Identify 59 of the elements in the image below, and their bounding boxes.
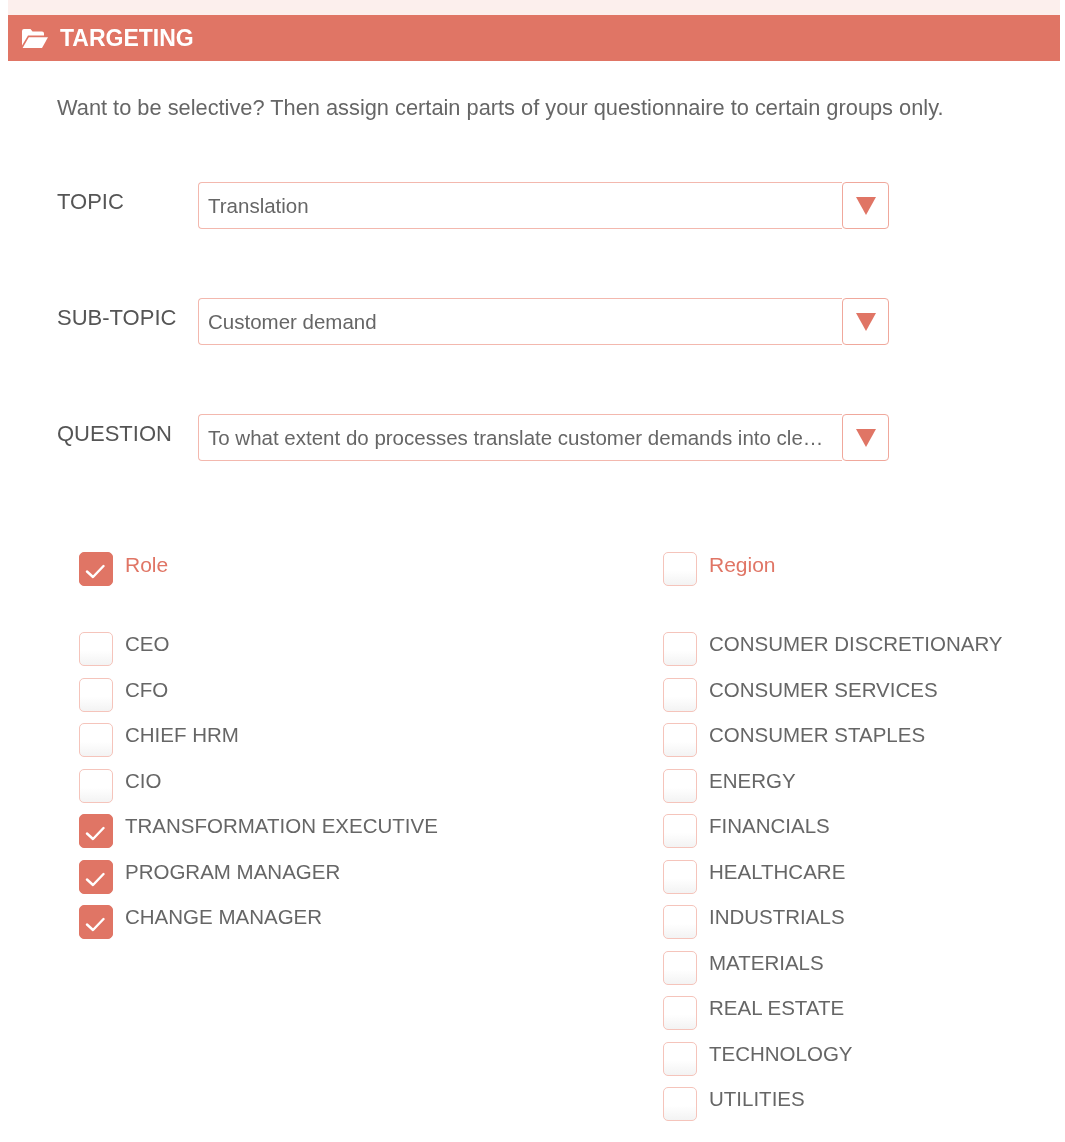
intro-text: Want to be selective? Then assign certain parts of your questionnaire to certain groups only. (57, 95, 945, 121)
option-label: FINANCIALS (709, 814, 830, 838)
checkbox[interactable] (79, 677, 113, 712)
option-label: PROGRAM MANAGER (125, 859, 341, 884)
select-field[interactable]: To what extent do processes translate customer demands into cle… (198, 414, 842, 461)
option-label: CHIEF HRM (125, 723, 239, 747)
group-label: Role (125, 552, 169, 578)
select-field[interactable]: Customer demand (198, 298, 842, 345)
option-label: TRANSFORMATION EXECUTIVE (125, 814, 438, 838)
option-label: CIO (125, 768, 162, 793)
option-label: CEO (125, 632, 170, 656)
checkbox[interactable] (663, 1041, 697, 1076)
checkbox[interactable] (79, 814, 113, 848)
field-label: QUESTION (57, 420, 173, 447)
group-label: Region (709, 552, 776, 578)
caret-down-icon (855, 312, 876, 331)
checkbox[interactable] (663, 950, 697, 985)
option-label: ENERGY (709, 768, 796, 793)
checkmark-icon (85, 826, 105, 841)
checkbox[interactable] (663, 905, 697, 939)
option-label: UTILITIES (709, 1087, 805, 1111)
checkbox[interactable] (79, 552, 113, 586)
checkbox[interactable] (79, 768, 113, 803)
checkbox[interactable] (79, 905, 113, 939)
caret-down-icon (855, 196, 876, 215)
checkbox[interactable] (79, 632, 113, 666)
checkbox[interactable] (663, 768, 697, 803)
dropdown-button[interactable] (842, 298, 889, 345)
checkmark-icon (85, 564, 105, 579)
select-field[interactable]: Translation (198, 182, 842, 229)
checkbox[interactable] (663, 996, 697, 1030)
option-label: CONSUMER STAPLES (709, 723, 926, 747)
checkbox[interactable] (663, 552, 697, 586)
caret-down-icon (855, 428, 876, 447)
section-title: TARGETING (60, 24, 194, 52)
option-label: TECHNOLOGY (709, 1041, 853, 1066)
checkmark-icon (85, 917, 105, 932)
option-label: MATERIALS (709, 950, 824, 975)
dropdown-button[interactable] (842, 414, 889, 461)
checkbox[interactable] (663, 632, 697, 666)
checkbox[interactable] (663, 1087, 697, 1121)
option-label: REAL ESTATE (709, 996, 845, 1020)
option-label: CFO (125, 677, 169, 702)
dropdown-button[interactable] (842, 182, 889, 229)
checkbox[interactable] (663, 677, 697, 712)
checkmark-icon (85, 871, 105, 887)
folder-icon (22, 28, 48, 48)
option-label: CONSUMER DISCRETIONARY (709, 632, 1003, 656)
option-label: HEALTHCARE (709, 859, 846, 884)
option-label: INDUSTRIALS (709, 905, 845, 929)
checkbox[interactable] (79, 859, 113, 894)
checkbox[interactable] (663, 814, 697, 848)
option-label: CONSUMER SERVICES (709, 677, 938, 702)
checkbox[interactable] (79, 723, 113, 757)
field-label: TOPIC (57, 188, 125, 215)
option-label: CHANGE MANAGER (125, 905, 323, 929)
field-label: SUB-TOPIC (57, 304, 178, 331)
checkbox[interactable] (663, 723, 697, 757)
checkbox[interactable] (663, 859, 697, 894)
